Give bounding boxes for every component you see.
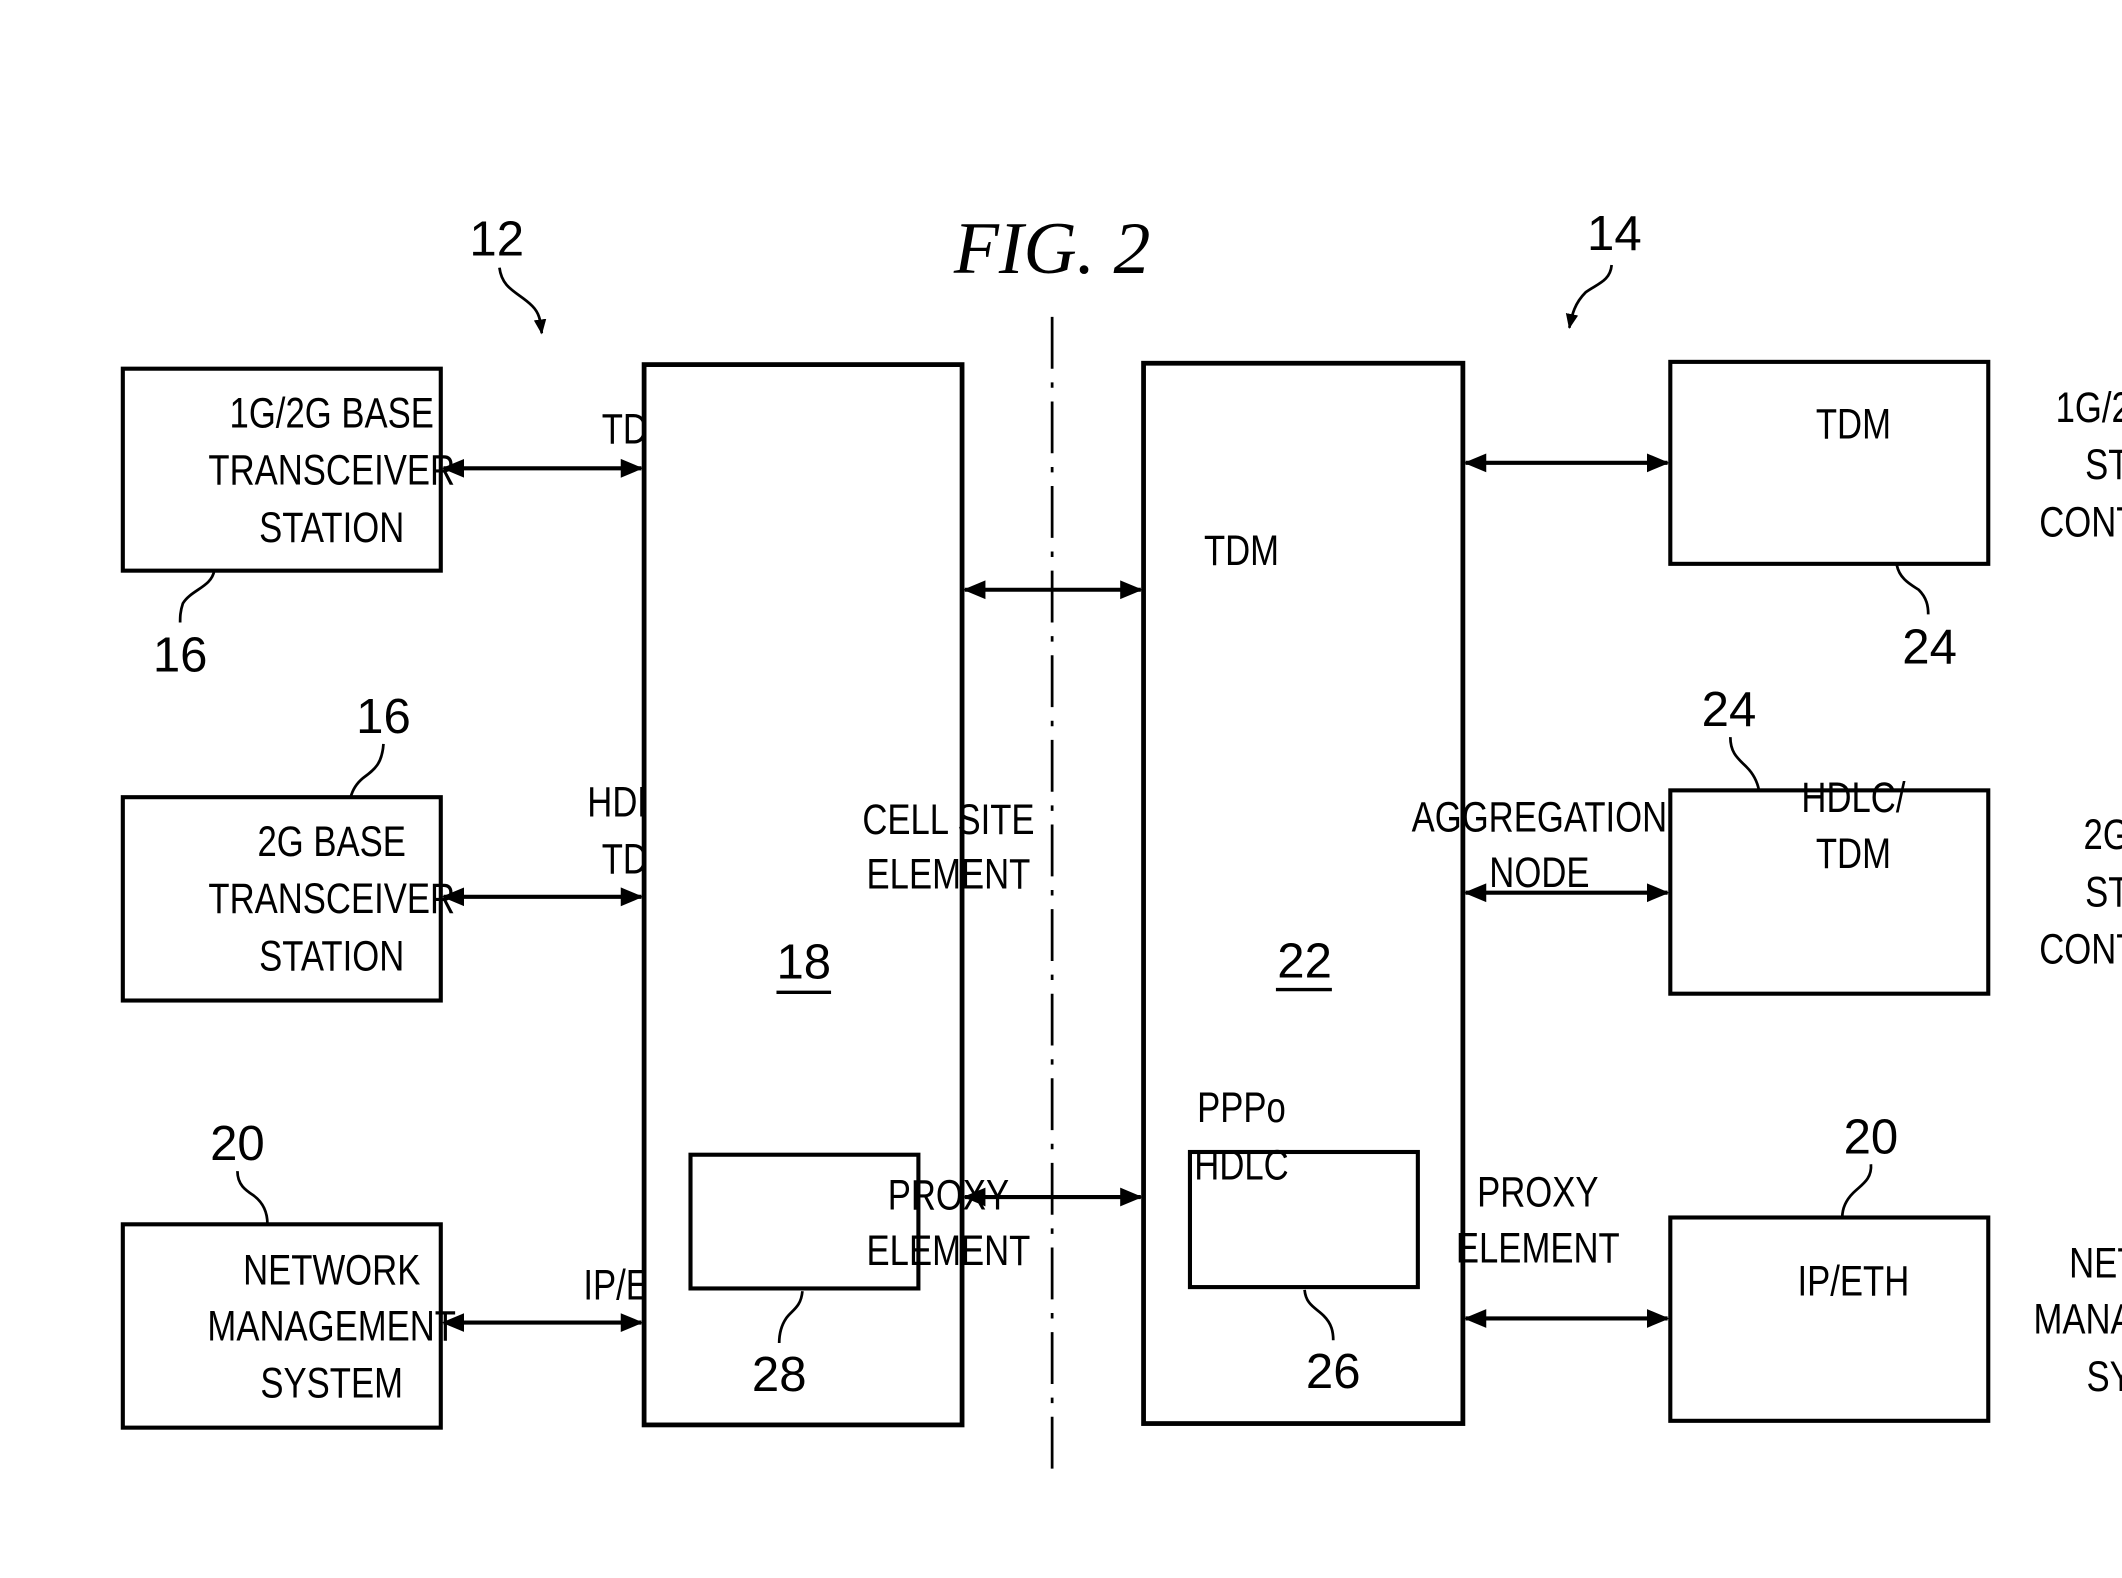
bts-2g-line-2: TRANSCEIVER	[208, 876, 455, 923]
ref-label-20-right: 20	[1844, 1110, 1899, 1164]
ref-leader-20-right	[1840, 1164, 1873, 1218]
bts-1g2g-box: 1G/2G BASE TRANSCEIVER STATION	[120, 366, 455, 573]
bsc-1g2g-line-1: 1G/2G BASE	[2056, 385, 2122, 432]
ref-label-14: 14	[1587, 207, 1642, 261]
bsc-2g-line-3: CONTROLLER	[2039, 926, 2122, 973]
nms-right-line-1: NETWORK	[2069, 1240, 2122, 1287]
bsc-2g-line-1: 2G BASE	[2084, 812, 2122, 859]
ref-leader-16-b	[349, 743, 385, 798]
bsc-1g2g-line-2: STATION	[2085, 442, 2122, 489]
link-label-right-bottom: IP/ETH	[1798, 1258, 1910, 1305]
ref-leader-20-left	[236, 1171, 269, 1225]
link-label-center-top: TDM	[1204, 528, 1279, 575]
ref-leader-24-top	[1895, 564, 1930, 615]
proxy-left-line-2: ELEMENT	[867, 1228, 1031, 1275]
ref-leader-16-top	[178, 570, 216, 623]
nms-left-line-2: MANAGEMENT	[207, 1303, 456, 1350]
aggregation-ref-22: 22	[1277, 934, 1332, 988]
ref-label-16-a: 16	[153, 629, 208, 683]
ref-leader-24-b	[1728, 737, 1761, 791]
ref-label-12: 12	[469, 212, 524, 266]
ref-label-16-b: 16	[356, 690, 411, 744]
nms-left-box: NETWORK MANAGEMENT SYSTEM	[120, 1222, 456, 1430]
link-label-right-mid-1: HDLC/	[1801, 775, 1905, 822]
nms-left-line-3: SYSTEM	[260, 1360, 403, 1407]
cell-site-ref-18: 18	[776, 936, 831, 990]
aggregation-line-2: NODE	[1489, 850, 1589, 897]
nms-right-line-3: SYSTEM	[2086, 1354, 2122, 1401]
ref-arrow-12	[498, 267, 547, 335]
ref-label-20-left: 20	[210, 1117, 265, 1171]
ref-arrow-14	[1565, 264, 1613, 329]
ref-label-24-b: 24	[1702, 683, 1757, 737]
bts-1g2g-line-2: TRANSCEIVER	[208, 448, 455, 495]
proxy-right-line-1: PROXY	[1477, 1169, 1598, 1216]
ref-label-24-a: 24	[1902, 620, 1957, 674]
nms-right-box: NETWORK MANAGEMENT SYSTEM	[1668, 1215, 2122, 1423]
bts-1g2g-line-3: STATION	[259, 505, 404, 552]
bsc-1g2g-box: 1G/2G BASE STATION CONTROLLER	[1668, 359, 2122, 566]
link-label-right-top: TDM	[1816, 401, 1891, 448]
bsc-2g-line-2: STATION	[2085, 869, 2122, 916]
nms-left-line-1: NETWORK	[243, 1247, 420, 1294]
proxy-right-line-2: ELEMENT	[1456, 1225, 1620, 1272]
bsc-1g2g-line-3: CONTROLLER	[2039, 499, 2122, 546]
network-architecture-diagram: FIG. 2 12 14 1G/2G BASE TRANSCEIVER STAT…	[120, 207, 2122, 1472]
bts-1g2g-line-1: 1G/2G BASE	[230, 390, 434, 437]
bts-2g-line-3: STATION	[259, 933, 404, 980]
link-label-right-mid-2: TDM	[1816, 831, 1891, 878]
figure-title: FIG. 2	[953, 207, 1150, 289]
cell-site-line-1: CELL SITE	[862, 797, 1034, 844]
bts-2g-box: 2G BASE TRANSCEIVER STATION	[120, 795, 455, 1003]
ref-label-26: 26	[1306, 1345, 1361, 1399]
nms-right-line-2: MANAGEMENT	[2033, 1296, 2122, 1343]
proxy-element-left-box: PROXY ELEMENT	[688, 1152, 1031, 1291]
link-label-center-bottom-1: PPPo	[1197, 1085, 1286, 1132]
ref-label-28: 28	[752, 1348, 807, 1402]
aggregation-line-1: AGGREGATION	[1412, 794, 1668, 841]
bts-2g-line-1: 2G BASE	[258, 819, 406, 866]
cell-site-line-2: ELEMENT	[867, 851, 1031, 898]
link-label-center-bottom-2: HDLC	[1194, 1142, 1288, 1189]
